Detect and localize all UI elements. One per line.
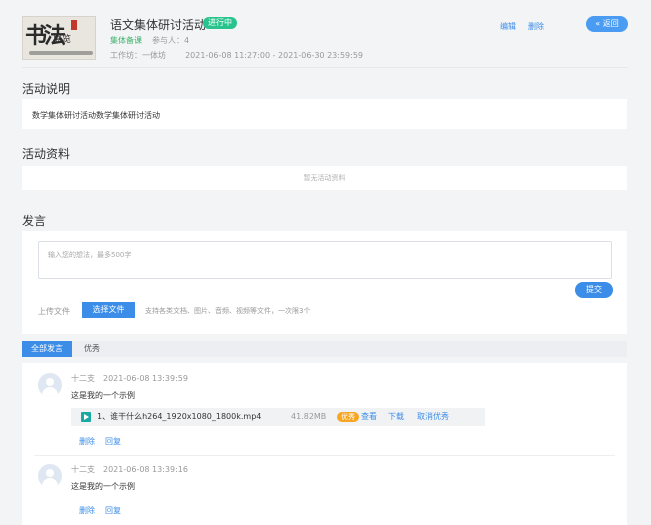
participants-count: 参与人：4 [152,36,190,45]
avatar [38,373,62,397]
tab-all-comments[interactable]: 全部发言 [22,341,72,357]
activity-time-row: 工作坊：一体坊 2021-06-08 11:27:00 - 2021-06-30… [110,50,363,61]
post-author: 十二支 [71,465,95,474]
materials-heading: 活动资料 [22,147,71,161]
post-author: 十二支 [71,374,95,383]
back-button[interactable]: « 返回 [586,16,628,32]
activity-meta-row: 集体备课 参与人：4 [110,35,189,46]
reply-link[interactable]: 回复 [105,506,121,515]
attachment-name: 1、谁干什么h264_1920x1080_1800k.mp4 [97,412,262,421]
choose-file-button[interactable]: 选择文件 [82,302,135,318]
delete-link[interactable]: 删除 [528,22,544,31]
post-time: 2021-06-08 13:39:16 [103,465,188,474]
comment-list: 十二支 2021-06-08 13:39:59 这是我的一个示例 1、谁干什么h2… [22,363,627,525]
upload-label: 上传文件 [38,307,70,316]
status-badge: 进行中 [203,17,237,29]
post-actions: 删除 回复 [79,436,131,447]
reply-link[interactable]: 回复 [105,437,121,446]
activity-header: 书法 展览 语文集体研讨活动 进行中 集体备课 参与人：4 工作坊：一体坊 202… [18,10,632,68]
attachment-size: 41.82MB [291,412,327,421]
delete-post-link[interactable]: 删除 [79,437,95,446]
comment-tabs: 全部发言 优秀 [22,341,627,357]
excellent-badge: 优秀 [337,412,359,422]
video-file-icon [81,412,91,422]
materials-panel: 暂无活动资料 [22,166,627,190]
post-meta: 十二支 2021-06-08 13:39:59 [71,373,188,384]
post-time: 2021-06-08 13:39:59 [103,374,188,383]
cancel-excellent-link[interactable]: 取消优秀 [417,408,449,426]
attachment-row: 1、谁干什么h264_1920x1080_1800k.mp4 41.82MB 优… [71,408,485,426]
post-text: 这是我的一个示例 [71,391,135,400]
speak-heading: 发言 [22,214,47,228]
activity-title: 语文集体研讨活动 [110,18,207,32]
cover-seal-icon [71,20,77,30]
post-divider [34,455,615,456]
activity-type: 集体备课 [110,36,142,45]
materials-empty-text: 暂无活动资料 [303,174,346,182]
description-panel: 数学集体研讨活动数学集体研讨活动 [22,99,627,129]
cover-brush-stroke [29,51,93,55]
description-heading: 活动说明 [22,82,71,96]
submit-button[interactable]: 提交 [575,282,613,298]
cover-sub-text: 展览 [53,35,72,45]
tab-excellent[interactable]: 优秀 [84,341,100,357]
comment-textarea[interactable]: 输入您的想法，最多500字 [38,241,612,279]
activity-time-range: 2021-06-08 11:27:00 - 2021-06-30 23:59:5… [185,51,363,60]
delete-post-link[interactable]: 删除 [79,506,95,515]
speak-panel: 输入您的想法，最多500字 提交 上传文件 选择文件 支持各类文档、图片、音频、… [22,231,627,334]
description-text: 数学集体研讨活动数学集体研讨活动 [32,111,160,120]
post-meta: 十二支 2021-06-08 13:39:16 [71,464,188,475]
download-link[interactable]: 下载 [388,408,404,426]
avatar [38,464,62,488]
activity-cover-image: 书法 展览 [22,16,96,60]
post-text: 这是我的一个示例 [71,482,135,491]
upload-hint: 支持各类文档、图片、音频、视频等文件，一次限3个 [145,307,311,315]
post-actions: 删除 回复 [79,505,131,516]
header-divider [22,67,628,68]
edit-link[interactable]: 编辑 [500,22,516,31]
workshop-name: 工作坊：一体坊 [110,51,166,60]
view-link[interactable]: 查看 [361,408,377,426]
header-actions: 编辑 删除 [488,21,544,32]
